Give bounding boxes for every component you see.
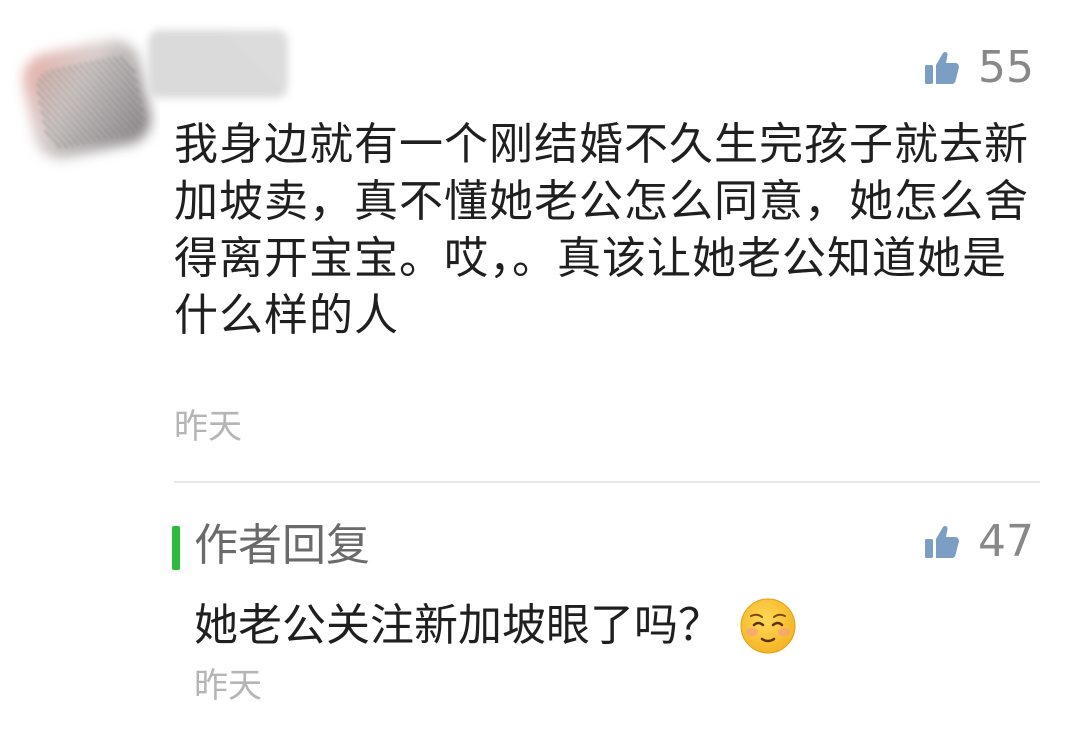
thumbs-up-icon xyxy=(925,51,959,84)
reply-like-count: 47 xyxy=(978,516,1034,567)
reply-text: 她老公关注新加坡眼了吗？ xyxy=(194,600,722,651)
divider xyxy=(174,481,1040,483)
comment-timestamp: 昨天 xyxy=(174,407,242,447)
commenter-name-blurred[interactable] xyxy=(148,30,288,98)
thumbs-up-icon xyxy=(925,525,959,558)
reply-timestamp: 昨天 xyxy=(194,666,262,706)
reply-like-button[interactable]: 47 xyxy=(924,514,1034,570)
reply-content: 她老公关注新加坡眼了吗？ xyxy=(194,594,798,658)
comment-text: 我身边就有一个刚结婚不久生完孩子就去新加坡卖，真不懂她老公怎么同意，她怎么舍得离… xyxy=(174,119,1029,341)
pleading-face-icon xyxy=(740,598,796,654)
commenter-avatar[interactable] xyxy=(10,22,160,172)
reply-accent-bar xyxy=(172,526,180,570)
comment-like-count: 55 xyxy=(978,42,1034,93)
author-reply-label: 作者回复 xyxy=(194,520,370,571)
comment-like-button[interactable]: 55 xyxy=(924,40,1034,96)
